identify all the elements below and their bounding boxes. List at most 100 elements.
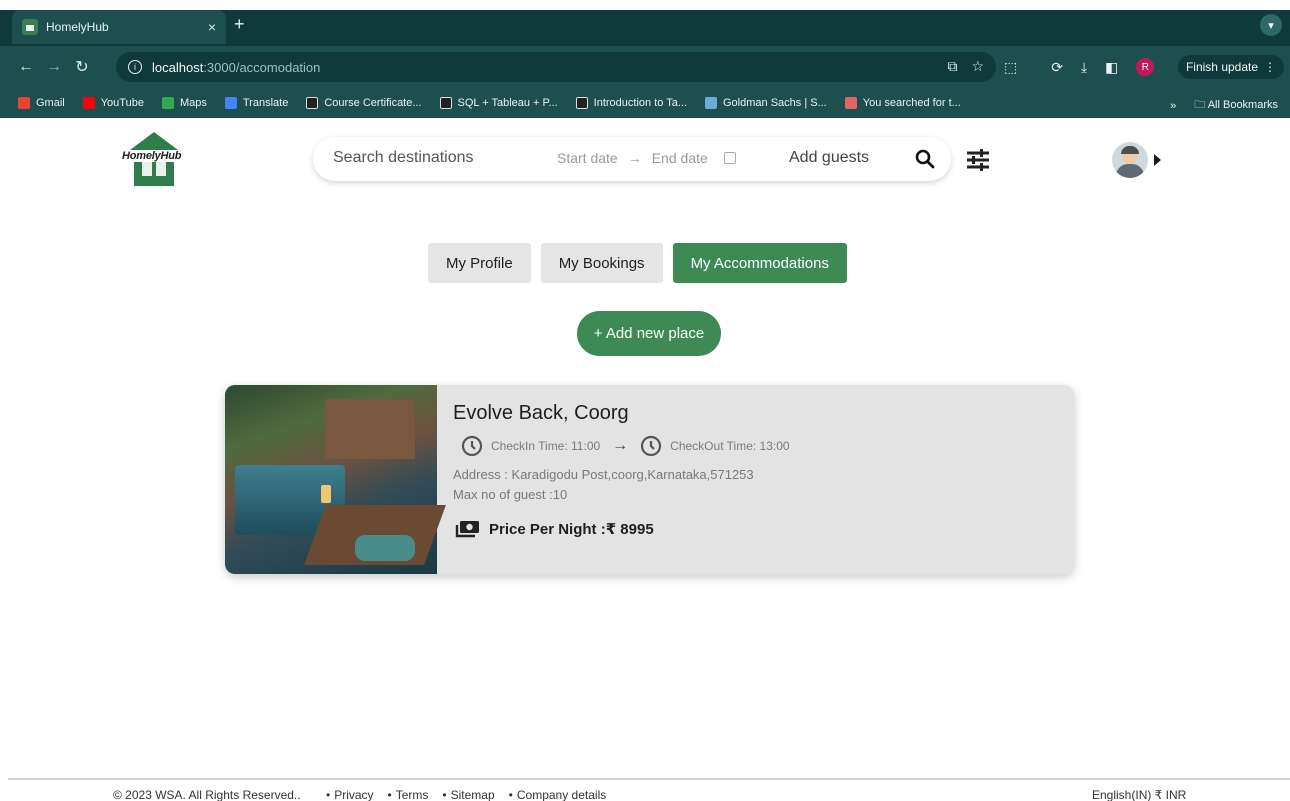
photo-hut <box>325 399 415 459</box>
close-tab-icon[interactable]: × <box>208 19 216 35</box>
checkin-time: CheckIn Time: 11:00 <box>491 439 601 453</box>
checkout-time: CheckOut Time: 13:00 <box>670 439 790 453</box>
price-text: Price Per Night :₹ 8995 <box>489 521 654 538</box>
photo-towel <box>355 535 415 561</box>
course-icon <box>439 97 452 109</box>
browser-tab[interactable]: HomelyHub × <box>12 10 226 44</box>
homelyhub-favicon-icon <box>22 19 38 35</box>
bird-icon <box>844 97 857 109</box>
youtube-icon <box>82 97 95 109</box>
filter-sliders-icon[interactable] <box>964 146 992 174</box>
accommodation-address: Address : Karadigodu Post,coorg,Karnatak… <box>453 467 754 482</box>
date-range-picker[interactable]: Start date → End date <box>557 150 736 166</box>
address-bar[interactable]: i localhost:3000/accomodation ⧉ ☆ <box>116 52 996 82</box>
finish-update-label: Finish update <box>1185 60 1259 74</box>
browser-toolbar: ← → ↻ i localhost:3000/accomodation ⧉ ☆ … <box>0 46 1290 88</box>
forward-arrow-icon[interactable]: → <box>40 58 68 76</box>
logo-window <box>156 162 166 176</box>
footer-links: Privacy Terms Sitemap Company details <box>326 788 606 801</box>
clock-icon <box>641 435 662 457</box>
logo-text: HomelyHub <box>120 150 184 162</box>
logo-window <box>142 162 152 176</box>
accommodation-card[interactable]: Evolve Back, Coorg CheckIn Time: 11:00 →… <box>225 385 1074 574</box>
kebab-menu-icon[interactable]: ⋮ <box>1264 60 1276 74</box>
window-top-edge <box>0 0 1290 10</box>
maps-icon <box>161 97 174 109</box>
money-icon <box>455 521 479 538</box>
logo-roof <box>130 132 178 150</box>
bookmark-item[interactable]: Introduction to Ta... <box>575 97 687 109</box>
finish-update-button[interactable]: Finish update ⋮ <box>1178 55 1284 79</box>
check-times: CheckIn Time: 11:00 → CheckOut Time: 13:… <box>461 435 790 457</box>
calendar-icon[interactable] <box>723 152 736 164</box>
clock-icon <box>461 435 483 457</box>
download-icon[interactable]: ⤓ <box>1081 59 1087 76</box>
footer: © 2023 WSA. All Rights Reserved.. Privac… <box>0 786 1290 801</box>
tab-title: HomelyHub <box>46 20 109 34</box>
avatar-hair <box>1121 146 1139 154</box>
bookmarks-right: » 🗀 All Bookmarks <box>1170 96 1278 115</box>
folder-icon: 🗀 <box>1194 99 1206 111</box>
locale-currency-selector[interactable]: English(IN) ₹ INR <box>1092 788 1186 801</box>
footer-link-terms[interactable]: Terms <box>388 788 429 801</box>
bookmark-item[interactable]: Gmail <box>18 97 65 109</box>
add-guests-field[interactable]: Add guests <box>789 149 869 167</box>
gmail-icon <box>18 97 30 109</box>
translate-icon <box>224 97 237 109</box>
user-avatar[interactable] <box>1112 142 1148 178</box>
reload-icon[interactable]: ↻ <box>68 57 96 77</box>
bookmark-item[interactable]: You searched for t... <box>844 97 961 109</box>
all-bookmarks-button[interactable]: 🗀 All Bookmarks <box>1194 96 1278 115</box>
bookmark-item[interactable]: Course Certificate... <box>306 97 422 109</box>
bookmark-item[interactable]: Maps <box>161 97 207 109</box>
accommodation-title: Evolve Back, Coorg <box>453 402 629 424</box>
footer-divider <box>8 778 1290 780</box>
all-bookmarks-label: All Bookmarks <box>1207 99 1278 111</box>
bookmark-item[interactable]: SQL + Tableau + P... <box>439 97 558 109</box>
search-icon[interactable] <box>915 149 935 169</box>
url-host: localhost <box>152 59 204 75</box>
profile-tabs: My Profile My Bookings My Accommodations <box>428 243 847 283</box>
site-info-icon[interactable]: i <box>128 60 142 74</box>
search-destinations-input[interactable] <box>333 149 533 167</box>
copyright: © 2023 WSA. All Rights Reserved.. <box>113 788 301 801</box>
tab-my-accommodations[interactable]: My Accommodations <box>672 243 847 283</box>
bookmarks-overflow-icon[interactable]: » <box>1170 100 1176 112</box>
tab-my-bookings[interactable]: My Bookings <box>540 243 663 283</box>
end-date[interactable]: End date <box>652 150 708 166</box>
goldman-icon <box>705 97 717 109</box>
course-icon <box>575 97 588 109</box>
bookmarks-bar: Gmail YouTube Maps Translate Course Cert… <box>0 88 1290 118</box>
footer-link-privacy[interactable]: Privacy <box>326 788 373 801</box>
extensions-icon[interactable]: ⬚ <box>1004 59 1017 76</box>
arrow-right-icon: → <box>612 437 629 454</box>
avatar-body <box>1116 164 1144 178</box>
tab-search-chevron-icon[interactable]: ▾ <box>1260 14 1282 36</box>
bookmark-item[interactable]: Translate <box>224 97 288 109</box>
bookmark-item[interactable]: Goldman Sachs | S... <box>705 97 827 109</box>
profile-avatar-icon[interactable]: R <box>1136 58 1155 76</box>
footer-link-company-details[interactable]: Company details <box>509 788 606 801</box>
course-icon <box>306 97 319 109</box>
homelyhub-logo[interactable]: HomelyHub <box>116 130 190 188</box>
accommodation-photo <box>225 385 446 574</box>
add-new-place-button[interactable]: + Add new place <box>577 311 721 356</box>
url-path: :3000/accomodation <box>203 59 321 75</box>
new-tab-button[interactable]: + <box>234 14 245 35</box>
photo-lamp <box>321 485 331 503</box>
cast-icon[interactable]: ⧉ <box>947 58 957 75</box>
max-guests: Max no of guest :10 <box>453 487 568 502</box>
footer-link-sitemap[interactable]: Sitemap <box>442 788 495 801</box>
tab-my-profile[interactable]: My Profile <box>428 243 531 283</box>
price-per-night: Price Per Night :₹ 8995 <box>455 519 654 539</box>
side-panel-icon[interactable]: ◧ <box>1105 59 1118 76</box>
date-arrow-icon: → <box>627 150 642 166</box>
back-arrow-icon[interactable]: ← <box>12 58 40 76</box>
bookmark-star-icon[interactable]: ☆ <box>971 58 984 75</box>
user-menu[interactable] <box>1112 142 1161 178</box>
bookmark-item[interactable]: YouTube <box>82 97 144 109</box>
performance-icon[interactable]: ⟳ <box>1051 59 1063 76</box>
start-date[interactable]: Start date <box>557 150 618 166</box>
caret-right-icon[interactable] <box>1154 154 1161 166</box>
search-bar: Start date → End date Add guests <box>313 137 951 181</box>
